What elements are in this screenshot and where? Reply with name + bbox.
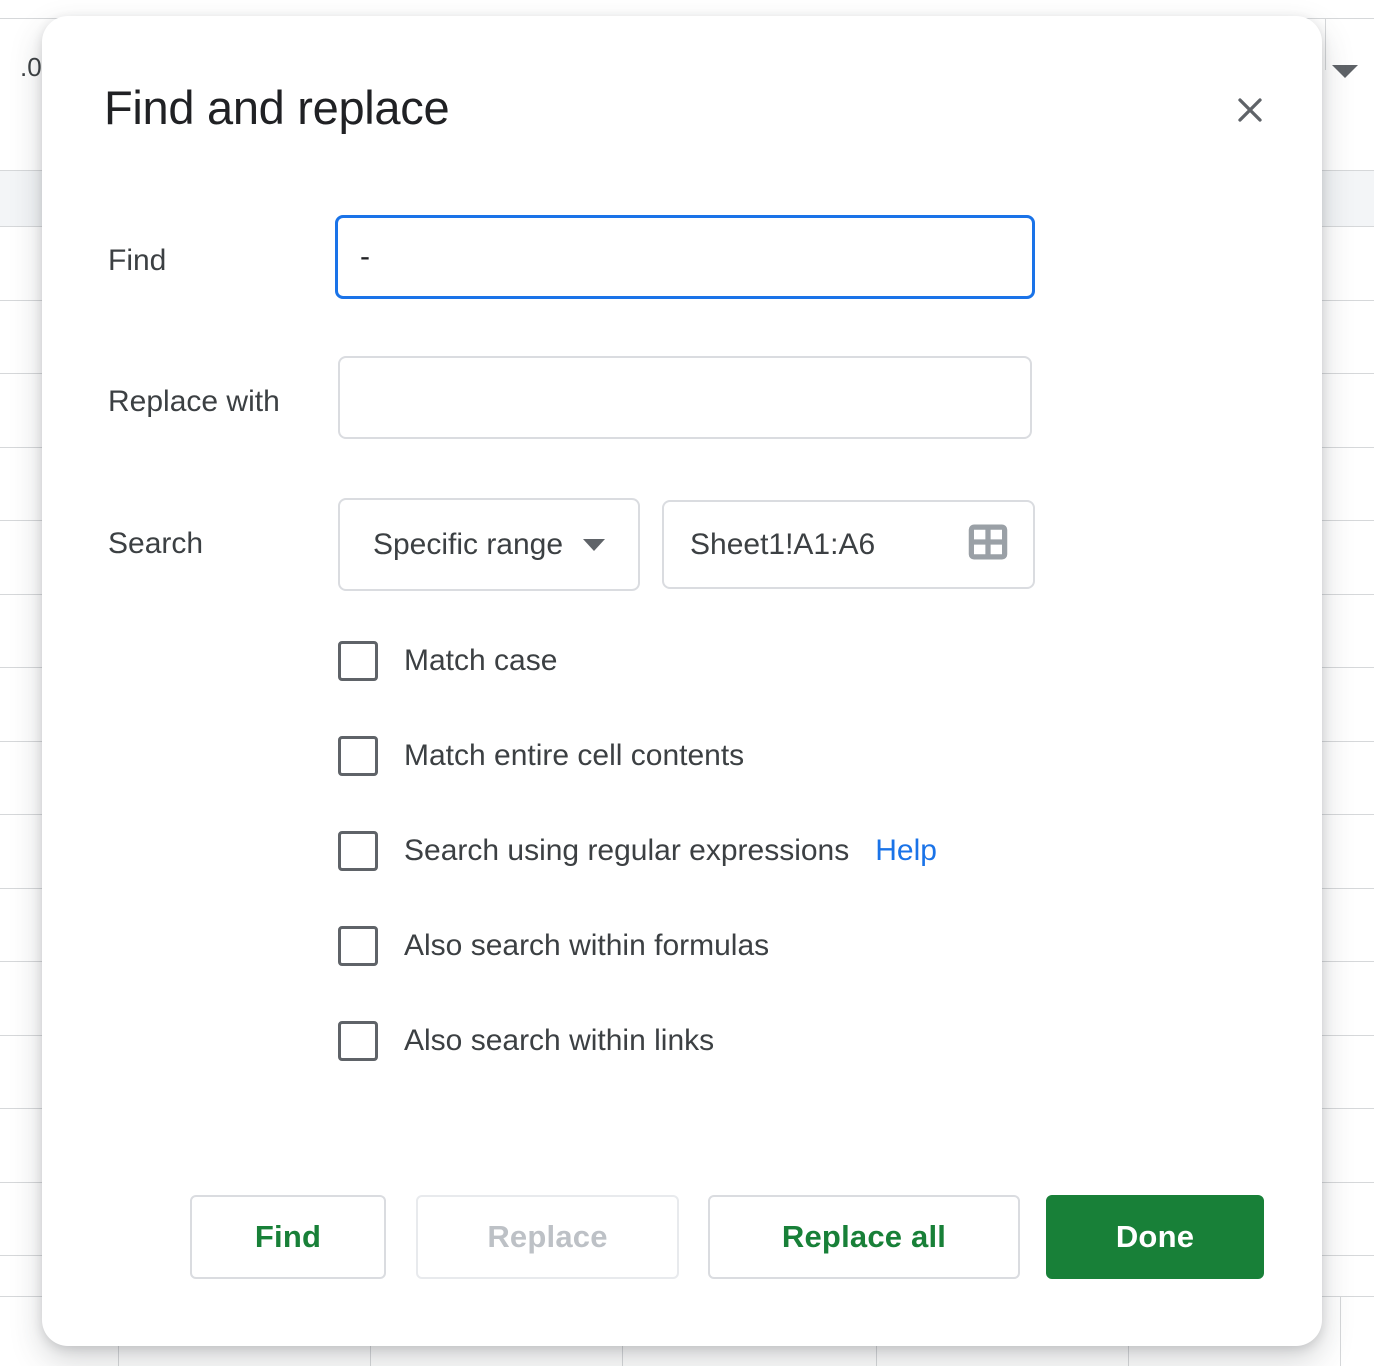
option-match-case[interactable]: Match case xyxy=(338,641,557,681)
chevron-down-icon xyxy=(583,539,605,551)
replace-with-label: Replace with xyxy=(108,385,280,419)
option-also-search-within-formulas[interactable]: Also search within formulas xyxy=(338,926,769,966)
spreadsheet-column-divider xyxy=(1325,18,1326,70)
option-match-entire-cell-contents[interactable]: Match entire cell contents xyxy=(338,736,744,776)
dialog-title: Find and replace xyxy=(104,80,449,135)
find-input[interactable] xyxy=(335,215,1035,299)
option-search-using-regular-expressions[interactable]: Search using regular expressions Help xyxy=(338,831,937,871)
checkbox-also-search-within-formulas[interactable] xyxy=(338,926,378,966)
search-range-field[interactable]: Sheet1!A1:A6 xyxy=(662,500,1035,589)
replace-with-input[interactable] xyxy=(338,356,1032,439)
search-label: Search xyxy=(108,527,203,561)
search-range-value: Sheet1!A1:A6 xyxy=(690,528,875,562)
spreadsheet-column-divider xyxy=(1340,1296,1341,1366)
find-label: Find xyxy=(108,244,166,278)
checkbox-search-using-regular-expressions[interactable] xyxy=(338,831,378,871)
option-also-search-within-links[interactable]: Also search within links xyxy=(338,1021,714,1061)
find-and-replace-dialog: Find and replace Find Replace with Searc… xyxy=(42,16,1322,1346)
spreadsheet-cell-value: .0 xyxy=(20,52,42,83)
find-button[interactable]: Find xyxy=(190,1195,386,1279)
option-label: Also search within formulas xyxy=(404,929,769,963)
option-label: Also search within links xyxy=(404,1024,714,1058)
filter-dropdown-arrow-icon[interactable] xyxy=(1332,65,1358,78)
grid-select-range-icon[interactable] xyxy=(967,521,1009,568)
replace-button: Replace xyxy=(416,1195,679,1279)
checkbox-match-case[interactable] xyxy=(338,641,378,681)
search-scope-value: Specific range xyxy=(373,528,563,562)
option-label: Search using regular expressions xyxy=(404,834,849,868)
option-label: Match entire cell contents xyxy=(404,739,744,773)
checkbox-also-search-within-links[interactable] xyxy=(338,1021,378,1061)
replace-all-button[interactable]: Replace all xyxy=(708,1195,1020,1279)
regex-help-link[interactable]: Help xyxy=(875,834,937,868)
checkbox-match-entire-cell-contents[interactable] xyxy=(338,736,378,776)
search-scope-select[interactable]: Specific range xyxy=(338,498,640,591)
close-icon[interactable] xyxy=(1222,82,1278,138)
option-label: Match case xyxy=(404,644,557,678)
done-button[interactable]: Done xyxy=(1046,1195,1264,1279)
